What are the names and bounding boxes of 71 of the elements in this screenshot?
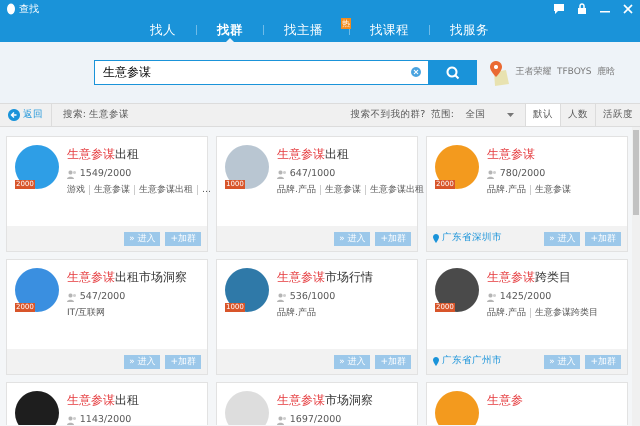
search-button[interactable] [429, 60, 477, 85]
group-tag: 生意参谋 [89, 185, 130, 196]
back-button[interactable]: 返回 [0, 104, 52, 126]
sort-tab[interactable]: 默认 [525, 104, 560, 126]
members-icon [487, 292, 497, 302]
not-found-link[interactable]: 搜索不到我的群? [350, 108, 426, 122]
group-tag: … [197, 185, 211, 196]
clear-icon[interactable] [411, 67, 421, 77]
location-pin-icon [433, 357, 439, 366]
back-arrow-icon [8, 109, 20, 121]
group-title[interactable]: 生意参谋 [487, 145, 571, 163]
group-tag: 生意参谋出租 [364, 185, 424, 196]
location-text: 广东省深圳市 [433, 231, 502, 246]
tab[interactable]: 找人 [130, 18, 196, 42]
tab[interactable]: 找群 [197, 18, 263, 42]
member-count: 1697/2000 [290, 413, 342, 425]
hot-keyword-link[interactable]: 王者荣耀 [516, 66, 552, 80]
sort-tab[interactable]: 活跃度 [595, 104, 640, 126]
member-count: 547/2000 [80, 290, 126, 304]
group-tag: 品牌.产品 [277, 308, 316, 318]
group-tag: 品牌.产品 [487, 185, 526, 196]
window-title: 查找 [18, 2, 39, 16]
group-tag: 游戏 [67, 185, 85, 196]
group-title[interactable]: 生意参谋出租市场洞察 [67, 268, 187, 286]
members-icon [67, 416, 77, 425]
members-icon [67, 292, 77, 302]
members-icon [67, 170, 77, 179]
chat-icon[interactable] [553, 3, 565, 15]
hot-keyword-link[interactable]: TFBOYS [557, 66, 592, 80]
group-title[interactable]: 生意参谋跨类目 [487, 268, 598, 286]
hot-badge: 热 [341, 18, 351, 29]
scope-label: 范围: [430, 108, 454, 122]
group-tag: 生意参谋出租 [134, 185, 193, 196]
group-title[interactable]: 生意参谋出租 [67, 391, 139, 409]
members-icon [277, 292, 287, 302]
member-count: 647/1000 [290, 167, 336, 181]
search-field[interactable]: 生意参谋 [94, 60, 429, 85]
group-title[interactable]: 生意参谋市场行情 [277, 268, 373, 286]
location-pin-icon [433, 234, 439, 243]
member-count: 536/1000 [290, 290, 336, 304]
search-query-text: 搜索: 生意参谋 [62, 108, 129, 122]
member-count: 1549/2000 [80, 167, 132, 181]
scrollbar[interactable] [632, 127, 640, 426]
group-tag: 生意参谋 [530, 185, 571, 196]
group-tag: 品牌.产品 [487, 308, 526, 318]
group-tag: 生意参谋跨类目 [530, 308, 598, 318]
group-title[interactable]: 生意参谋出租 [277, 145, 424, 163]
group-tag: 生意参谋 [320, 185, 361, 196]
group-title[interactable]: 生意参 [487, 391, 523, 409]
sort-tab[interactable]: 人数 [560, 104, 595, 126]
map-pin-icon[interactable] [488, 60, 510, 86]
scope-dropdown[interactable]: 全国 [460, 106, 520, 124]
members-icon [277, 416, 287, 425]
member-count: 780/2000 [500, 167, 546, 181]
tab[interactable]: 找主播 热 [264, 18, 349, 42]
group-tag: IT/互联网 [67, 308, 106, 318]
member-count: 1143/2000 [80, 413, 132, 425]
members-icon [487, 170, 497, 179]
location-text: 广东省广州市 [433, 354, 502, 369]
search-icon [446, 66, 460, 80]
members-icon [277, 170, 287, 179]
caret-icon [506, 113, 514, 117]
group-tag: 品牌.产品 [277, 185, 316, 196]
close-icon[interactable] [622, 3, 634, 15]
tab[interactable]: 找服务 [430, 18, 509, 42]
hot-keyword-link[interactable]: 鹿晗 [597, 66, 615, 80]
group-title[interactable]: 生意参谋市场洞察 [277, 391, 373, 409]
tab[interactable]: 找课程 [350, 18, 429, 42]
group-title[interactable]: 生意参谋出租 [67, 145, 211, 163]
lock-icon[interactable] [576, 3, 588, 15]
member-count: 1425/2000 [500, 290, 552, 304]
